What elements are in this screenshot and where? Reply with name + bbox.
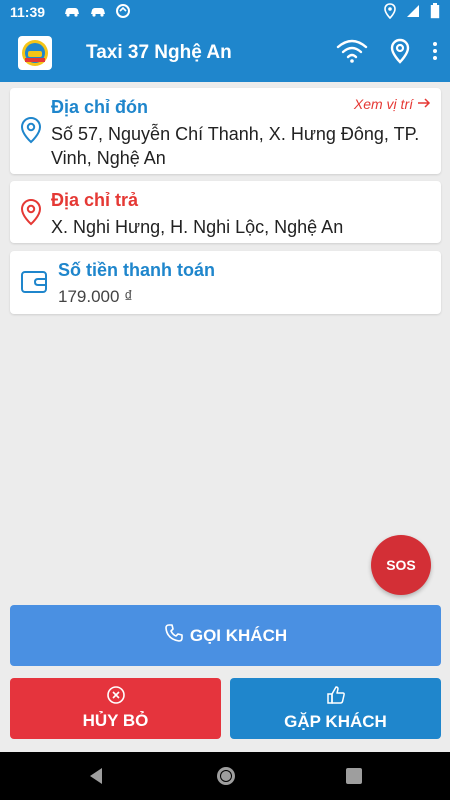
dropoff-address: X. Nghi Hưng, H. Nghi Lộc, Nghệ An xyxy=(51,217,344,237)
meet-customer-button[interactable]: GẶP KHÁCH xyxy=(230,678,441,739)
status-bar-left: 11:39 xyxy=(10,3,131,22)
arrow-right-icon xyxy=(417,96,431,112)
system-nav-bar xyxy=(0,752,450,800)
payment-card: Số tiền thanh toán 179.000 ₫ xyxy=(10,251,441,314)
wifi-icon[interactable] xyxy=(336,39,368,68)
sos-button[interactable]: SOS xyxy=(371,535,431,595)
app-bar-actions xyxy=(336,38,438,69)
close-circle-icon xyxy=(106,686,125,709)
app-bar: Taxi 37 Nghệ An xyxy=(0,24,450,82)
car-icon xyxy=(63,4,81,20)
status-bar: 11:39 xyxy=(0,0,450,24)
status-bar-right xyxy=(384,2,440,22)
pickup-address: Số 57, Nguyễn Chí Thanh, X. Hưng Đông, T… xyxy=(51,124,420,168)
home-icon[interactable] xyxy=(215,765,237,792)
signal-icon xyxy=(406,4,420,21)
call-customer-button[interactable]: GỌI KHÁCH xyxy=(10,605,441,666)
status-time: 11:39 xyxy=(10,4,46,20)
view-location-label: Xem vị trí xyxy=(353,96,413,112)
dropoff-label: Địa chỉ trả xyxy=(51,190,139,210)
app-title: Taxi 37 Nghệ An xyxy=(86,42,232,63)
back-icon[interactable] xyxy=(87,766,105,791)
payment-label: Số tiền thanh toán xyxy=(58,260,215,280)
view-location-link[interactable]: Xem vị trí xyxy=(354,96,431,112)
phone-icon xyxy=(164,623,184,648)
dropoff-card: Địa chỉ trả X. Nghi Hưng, H. Nghi Lộc, N… xyxy=(10,181,441,243)
more-vert-icon[interactable] xyxy=(432,41,438,66)
car-icon xyxy=(89,4,107,20)
wallet-icon xyxy=(20,270,48,299)
meet-customer-label: GẶP KHÁCH xyxy=(284,712,387,731)
cancel-button[interactable]: HỦY BỎ xyxy=(10,678,221,739)
pickup-card: Địa chỉ đón Xem vị trí Số 57, Nguyễn Chí… xyxy=(10,88,441,174)
location-pin-icon[interactable] xyxy=(390,38,410,69)
data-saver-icon xyxy=(115,3,131,22)
call-customer-label: GỌI KHÁCH xyxy=(189,625,288,645)
pickup-location-icon xyxy=(20,116,42,149)
cancel-label: HỦY BỎ xyxy=(82,711,149,730)
payment-amount: 179.000 ₫ xyxy=(58,287,133,306)
battery-icon xyxy=(430,2,440,22)
location-icon xyxy=(384,2,396,22)
app-logo xyxy=(18,36,52,70)
thumbs-up-icon xyxy=(326,685,346,710)
pickup-label: Địa chỉ đón xyxy=(51,97,149,117)
recents-icon[interactable] xyxy=(345,767,363,790)
dropoff-location-icon xyxy=(20,198,42,231)
